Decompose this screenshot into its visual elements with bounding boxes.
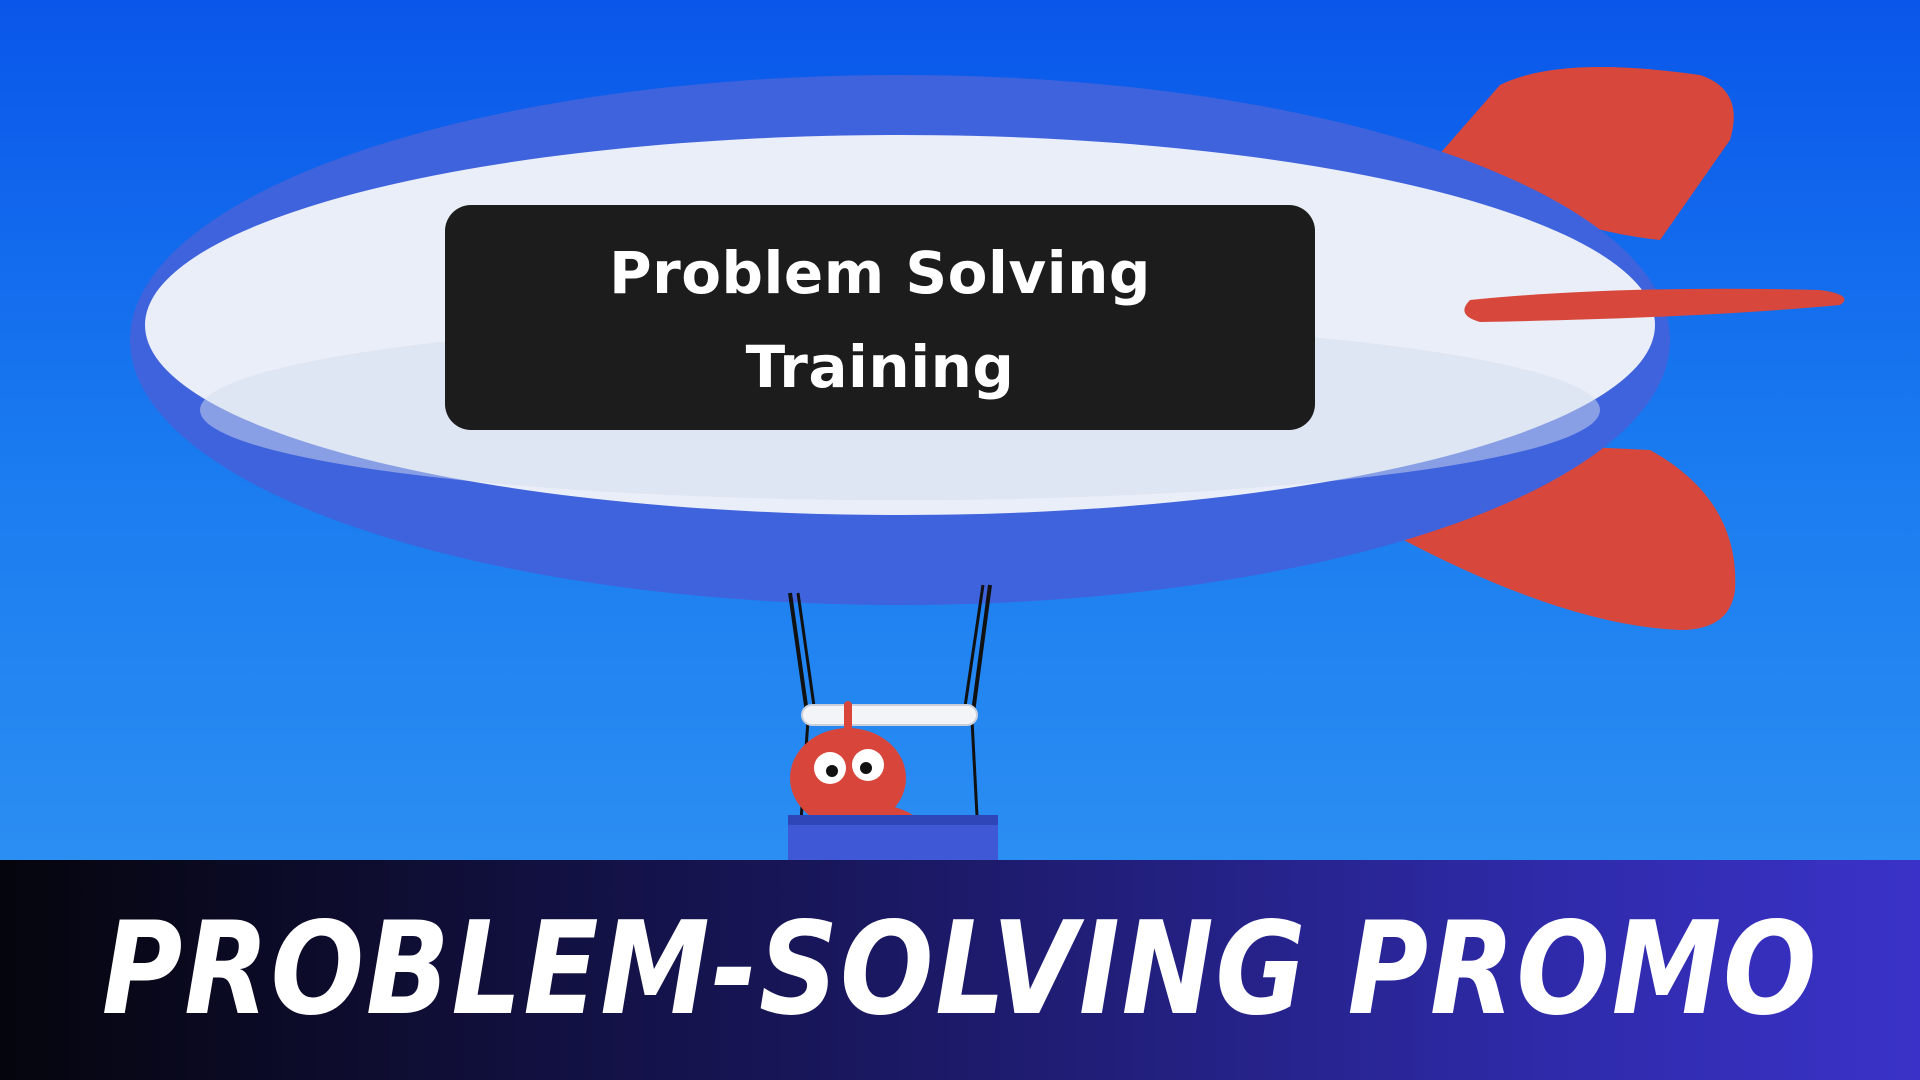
sign-text: Problem Solving Training bbox=[445, 205, 1315, 435]
illustration-scene: Problem Solving Training bbox=[0, 0, 1920, 860]
caption-title: PROBLEM-SOLVING PROMO bbox=[101, 895, 1819, 1044]
sign-line-2: Training bbox=[745, 333, 1015, 401]
basket-ring bbox=[801, 704, 978, 726]
caption-bar: PROBLEM-SOLVING PROMO bbox=[0, 860, 1920, 1080]
sign-line-1: Problem Solving bbox=[609, 239, 1151, 307]
